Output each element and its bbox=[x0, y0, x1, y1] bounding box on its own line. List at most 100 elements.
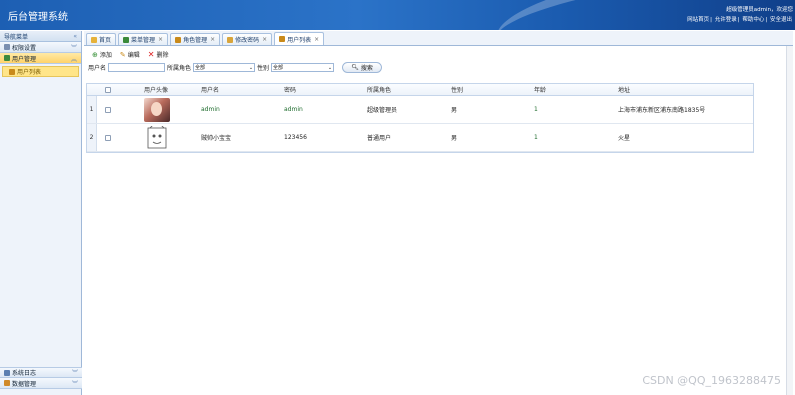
sidebar-bottom: 系统日志 ︾ 数据管理 ︾ bbox=[0, 367, 82, 389]
search-icon: 🔍︎ bbox=[351, 64, 359, 71]
tab-label: 角色管理 bbox=[183, 37, 208, 44]
select-all-cell bbox=[105, 84, 113, 95]
gender-filter-value: 全部 bbox=[273, 65, 284, 71]
chevron-down-icon: ︾ bbox=[71, 370, 78, 377]
delete-label: 删除 bbox=[156, 52, 169, 59]
log-icon bbox=[4, 369, 10, 376]
tab-bar: 首页 菜单管理 × 角色管理 × 修改密码 × 用户列表 × bbox=[84, 31, 793, 46]
col-address[interactable]: 地址 bbox=[618, 84, 630, 95]
tab-user-list[interactable]: 用户列表 × bbox=[274, 32, 325, 45]
sidebar-group-logs[interactable]: 系统日志 ︾ bbox=[0, 367, 82, 378]
col-role[interactable]: 所属角色 bbox=[367, 84, 391, 95]
avatar bbox=[144, 97, 170, 122]
user-list-icon bbox=[279, 36, 286, 42]
address-cell: 上海市浦东新区浦东南路1835号 bbox=[618, 107, 706, 114]
user-table: 用户头像 用户名 密码 所属角色 性别 年龄 地址 1 admin admin … bbox=[86, 83, 754, 153]
password-cell: admin bbox=[284, 106, 303, 113]
username-cell: 贼帅小宝宝 bbox=[201, 135, 232, 142]
role-filter-select[interactable]: 全部 ⌄ bbox=[193, 63, 256, 72]
vertical-scrollbar[interactable] bbox=[786, 46, 793, 395]
col-password[interactable]: 密码 bbox=[284, 84, 296, 95]
welcome-text: 超级管理员admin，欢迎您 bbox=[726, 7, 793, 13]
age-cell: 1 bbox=[534, 106, 538, 113]
pencil-icon: ✎ bbox=[119, 50, 126, 59]
close-icon[interactable]: × bbox=[210, 36, 215, 43]
username-filter-label: 用户名 bbox=[88, 65, 107, 72]
close-icon[interactable]: × bbox=[314, 36, 319, 43]
sidebar-item-user-list[interactable]: 用户列表 bbox=[2, 66, 79, 77]
tab-label: 菜单管理 bbox=[131, 37, 156, 44]
tab-label: 用户列表 bbox=[287, 36, 312, 44]
sidebar: 导航菜单 « 权限设置 ︾ 用户管理 ︽ 用户列表 系统日志 ︾ 数据管理 ︾ bbox=[0, 31, 82, 395]
row-number: 1 bbox=[87, 96, 97, 123]
delete-icon: ✕ bbox=[147, 50, 155, 59]
search-label: 搜索 bbox=[360, 65, 373, 72]
link-allow-login[interactable]: 允许登录 bbox=[715, 17, 737, 23]
sidebar-group-label: 权限设置 bbox=[12, 44, 37, 52]
chevron-down-icon: ⌄ bbox=[248, 64, 254, 71]
close-icon[interactable]: × bbox=[262, 36, 267, 43]
data-icon bbox=[4, 380, 10, 386]
app-header: 后台管理系统 超级管理员admin，欢迎您 网站首页| 允许登录| 帮助中心| … bbox=[0, 0, 795, 30]
main-panel: 首页 菜单管理 × 角色管理 × 修改密码 × 用户列表 × ⊕ 添加 ✎ 编辑… bbox=[84, 31, 793, 395]
gender-filter-label: 性别 bbox=[257, 65, 270, 72]
role-cell: 普通用户 bbox=[367, 135, 392, 142]
collapse-sidebar-icon[interactable]: « bbox=[73, 33, 77, 40]
add-icon: ⊕ bbox=[92, 50, 98, 59]
col-gender[interactable]: 性别 bbox=[451, 84, 463, 95]
tab-home[interactable]: 首页 bbox=[86, 33, 117, 45]
row-number: 2 bbox=[87, 124, 97, 151]
row-checkbox[interactable] bbox=[105, 134, 111, 141]
row-checkbox[interactable] bbox=[105, 106, 111, 113]
app-title: 后台管理系统 bbox=[8, 12, 68, 23]
delete-button[interactable]: ✕ 删除 bbox=[148, 50, 169, 59]
age-cell: 1 bbox=[534, 134, 538, 141]
row-checkbox-cell bbox=[105, 124, 111, 151]
sidebar-item-label: 用户列表 bbox=[17, 69, 42, 76]
username-filter-input[interactable] bbox=[108, 63, 166, 72]
sidebar-group-label: 系统日志 bbox=[12, 370, 37, 377]
col-avatar[interactable]: 用户头像 bbox=[144, 84, 168, 95]
select-all-checkbox[interactable] bbox=[105, 86, 111, 93]
password-cell: 123456 bbox=[284, 134, 307, 141]
watermark: CSDN @QQ_1963288475 bbox=[642, 374, 781, 387]
role-icon bbox=[175, 36, 182, 43]
col-username[interactable]: 用户名 bbox=[201, 84, 219, 95]
link-help[interactable]: 帮助中心 bbox=[742, 17, 764, 23]
add-button[interactable]: ⊕ 添加 bbox=[92, 50, 112, 60]
role-filter-label: 所属角色 bbox=[167, 65, 192, 72]
tab-menu-management[interactable]: 菜单管理 × bbox=[118, 33, 169, 45]
link-logout[interactable]: 安全退出 bbox=[770, 17, 792, 23]
edit-button[interactable]: ✎ 编辑 bbox=[119, 50, 140, 60]
gender-cell: 男 bbox=[451, 107, 458, 114]
avatar bbox=[147, 125, 167, 148]
tab-label: 修改密码 bbox=[235, 37, 260, 44]
tools-icon bbox=[4, 44, 10, 50]
toolbar: ⊕ 添加 ✎ 编辑 ✕ 删除 bbox=[84, 48, 793, 61]
chevron-down-icon: ︾ bbox=[71, 380, 78, 388]
role-cell: 超级管理员 bbox=[367, 107, 398, 114]
table-row[interactable]: 2 贼帅小宝宝 123456 普通用户 男 1 火星 bbox=[87, 124, 753, 152]
sidebar-group-data[interactable]: 数据管理 ︾ bbox=[0, 378, 82, 389]
user-list-icon bbox=[9, 68, 15, 75]
chevron-down-icon: ⌄ bbox=[327, 64, 333, 71]
sidebar-title: 导航菜单 bbox=[4, 33, 29, 41]
role-filter-value: 全部 bbox=[195, 65, 206, 71]
sidebar-header: 导航菜单 « bbox=[0, 31, 81, 42]
chevron-up-icon: ︽ bbox=[70, 55, 77, 63]
link-home[interactable]: 网站首页 bbox=[687, 17, 709, 23]
menu-icon bbox=[123, 36, 130, 43]
username-cell: admin bbox=[201, 106, 220, 113]
col-age[interactable]: 年龄 bbox=[534, 84, 546, 95]
tab-role-management[interactable]: 角色管理 × bbox=[170, 33, 221, 45]
users-icon bbox=[4, 55, 10, 61]
close-icon[interactable]: × bbox=[158, 36, 163, 43]
table-row[interactable]: 1 admin admin 超级管理员 男 1 上海市浦东新区浦东南路1835号 bbox=[87, 96, 753, 124]
row-checkbox-cell bbox=[105, 96, 111, 123]
search-button[interactable]: 🔍︎ 搜索 bbox=[342, 62, 383, 73]
sidebar-group-permissions[interactable]: 权限设置 ︾ bbox=[0, 42, 81, 53]
tab-change-password[interactable]: 修改密码 × bbox=[222, 33, 273, 45]
gender-filter-select[interactable]: 全部 ⌄ bbox=[271, 63, 335, 72]
table-header: 用户头像 用户名 密码 所属角色 性别 年龄 地址 bbox=[87, 84, 753, 96]
sidebar-group-users[interactable]: 用户管理 ︽ bbox=[0, 53, 81, 64]
